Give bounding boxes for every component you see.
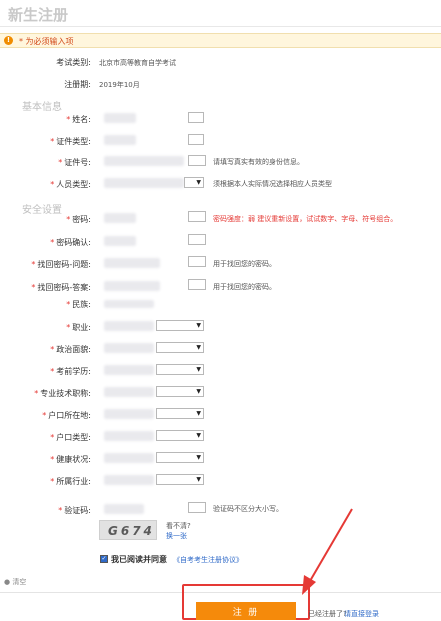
chevron-down-icon: ▼ (196, 432, 201, 439)
section-security: 安全设置 (22, 205, 62, 216)
id-type-value (104, 135, 136, 145)
political-label: * 政治面貌: (50, 345, 91, 354)
captcha-image[interactable]: G674 (99, 520, 157, 540)
register-period-label: 注册期: (64, 80, 91, 89)
chevron-down-icon: ▼ (196, 476, 201, 483)
recover-question-input[interactable] (188, 256, 206, 267)
agree-label: 我已阅读并同意 (111, 555, 167, 564)
login-link[interactable]: 请直接登录 (344, 609, 379, 619)
checkmark-icon[interactable]: ✓ (100, 555, 108, 563)
occupation-select[interactable]: ▼ (156, 320, 204, 331)
captcha-input[interactable] (188, 502, 206, 513)
industry-select[interactable]: ▼ (156, 474, 204, 485)
ethnicity-value (104, 300, 154, 308)
recover-answer-value (104, 281, 160, 291)
title-divider (0, 26, 441, 27)
ethnicity-label: * 民族: (66, 300, 91, 309)
occupation-value (104, 321, 154, 331)
captcha-image-text: G674 (108, 524, 155, 538)
warning-icon: ! (4, 36, 13, 45)
id-number-input[interactable] (188, 155, 206, 166)
id-type-input[interactable] (188, 134, 204, 145)
exam-type-label: 考试类别: (56, 58, 91, 67)
recover-answer-hint: 用于找回您的密码。 (213, 283, 276, 291)
register-period-value: 2019年10月 (99, 81, 140, 89)
health-label: * 健康状况: (50, 455, 91, 464)
political-select[interactable]: ▼ (156, 342, 204, 353)
password-confirm-value (104, 236, 136, 246)
register-button[interactable]: 注 册 (196, 602, 296, 620)
chevron-down-icon: ▼ (196, 322, 201, 329)
recover-question-value (104, 258, 160, 268)
hukou-location-select[interactable]: ▼ (156, 408, 204, 419)
professional-title-value (104, 387, 154, 397)
professional-title-label: * 专业技术职称: (34, 389, 91, 398)
password-strength-hint: 密码强度：弱 建议重新设置，试试数字、字母、符号组合。 (213, 215, 398, 223)
hukou-type-select[interactable]: ▼ (156, 430, 204, 441)
notice-text: * 为必须输入项 (19, 37, 74, 46)
id-type-label: * 证件类型: (50, 137, 91, 146)
chevron-down-icon: ▼ (196, 454, 201, 461)
political-value (104, 343, 154, 353)
name-label: * 姓名: (66, 115, 91, 124)
login-prompt: 已经注册了? (308, 610, 347, 618)
password-input[interactable] (188, 211, 206, 222)
agreement-link[interactable]: 《自考考生注册协议》 (173, 555, 243, 565)
password-confirm-label: * 密码确认: (50, 238, 91, 247)
hukou-type-value (104, 431, 154, 441)
person-type-value (104, 178, 184, 188)
occupation-label: * 职业: (66, 323, 91, 332)
education-value (104, 365, 154, 375)
health-select[interactable]: ▼ (156, 452, 204, 463)
person-type-select[interactable]: ▼ (184, 177, 204, 188)
person-type-hint: 须根据本人实际情况选择相应人员类型 (213, 180, 332, 188)
chevron-down-icon: ▼ (196, 179, 201, 186)
password-confirm-input[interactable] (188, 234, 206, 245)
captcha-value (104, 504, 144, 514)
captcha-label: * 验证码: (58, 506, 91, 515)
industry-value (104, 475, 154, 485)
professional-title-select[interactable]: ▼ (156, 386, 204, 397)
person-type-label: * 人员类型: (50, 180, 91, 189)
industry-label: * 所属行业: (50, 477, 91, 486)
section-basic-info: 基本信息 (22, 102, 62, 113)
chevron-down-icon: ▼ (196, 366, 201, 373)
exam-type-value: 北京市高等教育自学考试 (99, 59, 176, 67)
recover-answer-input[interactable] (188, 279, 206, 290)
recover-question-hint: 用于找回您的密码。 (213, 260, 276, 268)
chevron-down-icon: ▼ (196, 410, 201, 417)
education-select[interactable]: ▼ (156, 364, 204, 375)
password-value (104, 213, 136, 223)
id-number-hint: 请填写真实有效的身份信息。 (213, 158, 304, 166)
captcha-unclear-text: 看不清? (166, 522, 191, 530)
health-value (104, 453, 154, 463)
recover-question-label: * 找回密码-问题: (31, 260, 91, 269)
id-number-value (104, 156, 184, 166)
name-input[interactable] (188, 112, 204, 123)
captcha-refresh-link[interactable]: 换一张 (166, 531, 187, 541)
chevron-down-icon: ▼ (196, 388, 201, 395)
id-number-label: * 证件号: (58, 158, 91, 167)
hukou-location-value (104, 409, 154, 419)
chevron-down-icon: ▼ (196, 344, 201, 351)
page-title: 新生注册 (8, 6, 69, 24)
required-notice: ! * 为必须输入项 (0, 33, 441, 48)
captcha-hint: 验证码不区分大小写。 (213, 505, 283, 513)
password-label: * 密码: (66, 215, 91, 224)
hukou-location-label: * 户口所在地: (42, 411, 91, 420)
clear-link[interactable]: ● 清空 (4, 577, 26, 587)
name-value (104, 113, 136, 123)
education-label: * 考前学历: (50, 367, 91, 376)
recover-answer-label: * 找回密码-答案: (31, 283, 91, 292)
hukou-type-label: * 户口类型: (50, 433, 91, 442)
